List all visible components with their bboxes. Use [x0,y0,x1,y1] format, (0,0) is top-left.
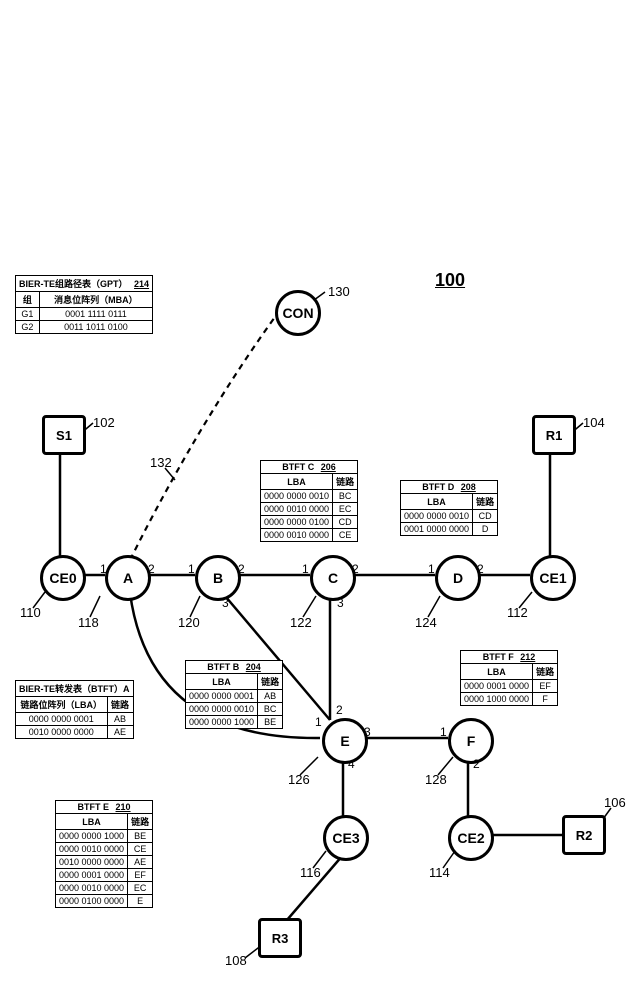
ref-f: 128 [425,772,447,787]
node-d: D [435,555,481,601]
node-b: B [195,555,241,601]
port: 3 [222,596,229,610]
ref-ce1: 112 [507,605,528,620]
port: 1 [188,562,195,576]
node-con: CON [275,290,321,336]
node-r1: R1 [532,415,576,455]
node-ce3: CE3 [323,815,369,861]
ref-r3: 108 [225,953,247,968]
ref-dashed: 132 [150,455,172,470]
port: 2 [148,562,155,576]
port: 3 [364,725,371,739]
node-c: C [310,555,356,601]
node-ce2: CE2 [448,815,494,861]
node-a: A [105,555,151,601]
ref-s1: 102 [93,415,115,430]
ref-a: 118 [78,615,99,630]
figure-label: 100 [435,270,465,291]
port: 1 [100,562,107,576]
port: 4 [348,757,355,771]
node-r2: R2 [562,815,606,855]
ref-ce0: 110 [20,605,41,620]
node-s1: S1 [42,415,86,455]
ref-e: 126 [288,772,310,787]
port: 1 [302,562,309,576]
ref-d: 124 [415,615,437,630]
port: 2 [473,757,480,771]
port: 2 [238,562,245,576]
port: 1 [315,715,322,729]
port: 2 [477,562,484,576]
node-f: F [448,718,494,764]
port: 3 [337,596,344,610]
ref-c: 122 [290,615,312,630]
ref-r2: 106 [604,795,626,810]
node-e: E [322,718,368,764]
ref-con: 130 [328,284,350,299]
ref-r1: 104 [583,415,605,430]
port: 1 [440,725,447,739]
node-r3: R3 [258,918,302,958]
node-ce0: CE0 [40,555,86,601]
port: 2 [352,562,359,576]
port: 1 [428,562,435,576]
node-ce1: CE1 [530,555,576,601]
ref-ce2: 114 [429,865,450,880]
ref-ce3: 116 [300,865,321,880]
ref-b: 120 [178,615,200,630]
btft-a-table: BIER-TE转发表（BTFT）A 链路位阵列（LBA）链路 0000 0000… [15,680,32,691]
port: 2 [336,703,343,717]
